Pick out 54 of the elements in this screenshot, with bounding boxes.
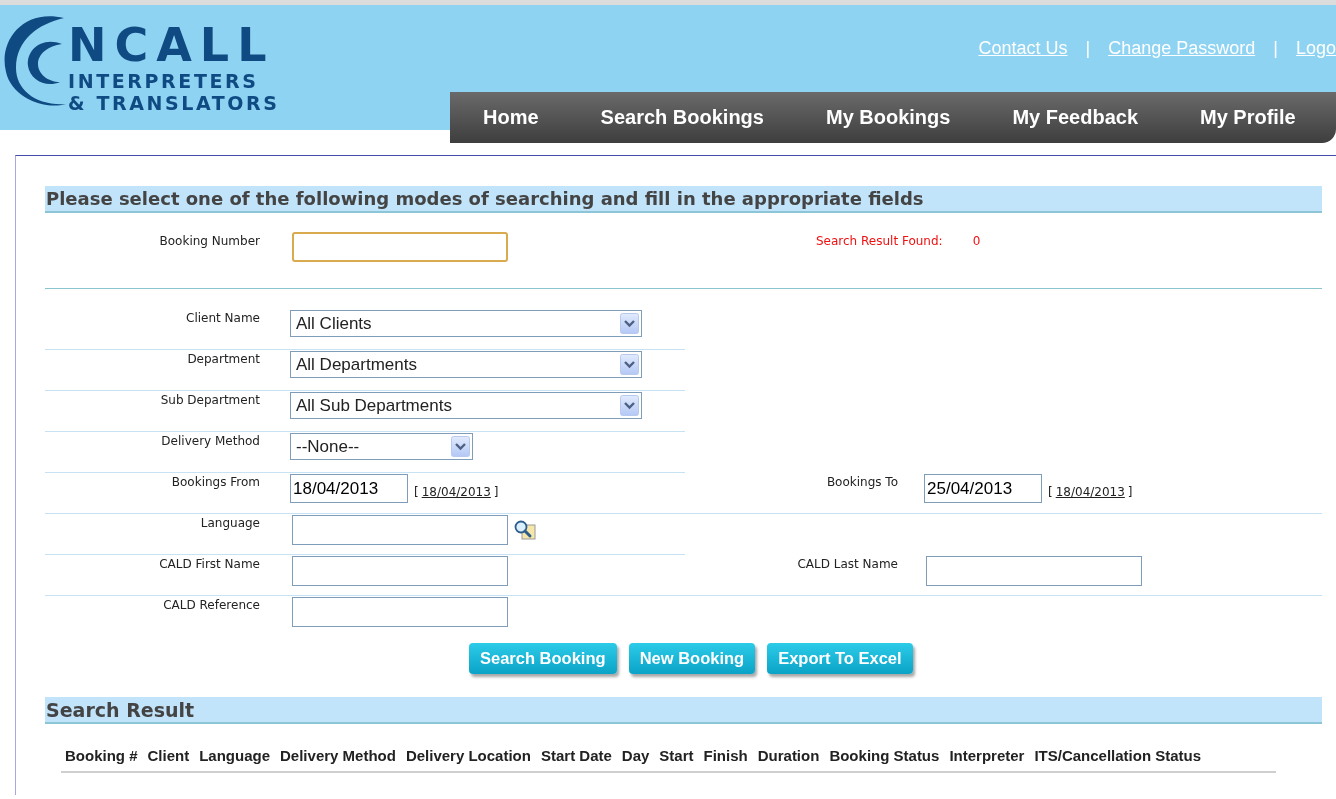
today-date-link[interactable]: 18/04/2013 <box>421 484 491 499</box>
date-field[interactable]: 25/04/2013 <box>924 474 1042 503</box>
logo-tagline: & TRANSLATORS <box>68 92 280 114</box>
today-date-link[interactable]: 18/04/2013 <box>1055 484 1125 499</box>
today-date-hint: [ 18/04/2013 ] <box>414 483 499 499</box>
column-header: Start Date <box>540 747 612 764</box>
section-heading: Search Result <box>45 697 1322 724</box>
column-header: Language <box>199 747 271 764</box>
result-count-label: Search Result Found: <box>816 234 943 250</box>
magnifier-icon[interactable] <box>514 520 536 540</box>
input-field[interactable] <box>292 556 508 586</box>
nav-item[interactable]: My Feedback <box>981 106 1170 129</box>
language-field[interactable] <box>292 515 508 545</box>
result-count-value: 0 <box>972 234 981 250</box>
field-label: Delivery Method <box>160 433 260 448</box>
nav-item[interactable]: Home <box>452 106 570 129</box>
column-header: Start <box>659 747 694 764</box>
nav-item[interactable]: My Profile <box>1169 106 1327 129</box>
column-header: Booking Status <box>829 747 940 764</box>
field-label: Department <box>186 351 260 366</box>
link-separator: | <box>1085 38 1091 59</box>
booking-number-field[interactable] <box>292 232 508 262</box>
dropdown-field[interactable]: All Departments <box>290 351 642 378</box>
field-label: Sub Department <box>159 392 260 407</box>
section-heading: Please select one of the following modes of searching and fill in the appropriate fields <box>45 186 1322 213</box>
field-label: Language <box>199 515 260 530</box>
logo-tagline: INTERPRETERS <box>68 70 260 92</box>
nav-item[interactable]: My Bookings <box>794 106 982 129</box>
date-field[interactable]: 18/04/2013 <box>290 474 408 503</box>
today-date-hint: [ 18/04/2013 ] <box>1048 483 1133 499</box>
column-header: Delivery Location <box>405 747 531 764</box>
column-header: Day <box>621 747 650 764</box>
column-header: Interpreter <box>949 747 1025 764</box>
link-separator: | <box>1273 38 1278 59</box>
field-label: Bookings To <box>825 474 898 489</box>
field-label: Booking Number <box>158 233 260 250</box>
column-header: ITS/Cancellation Status <box>1034 747 1202 764</box>
dropdown-field[interactable]: All Sub Departments <box>290 392 642 419</box>
logo-wordmark: NCALL <box>68 20 276 70</box>
field-label: Client Name <box>185 310 260 325</box>
dropdown-field[interactable]: All Clients <box>290 310 642 337</box>
column-header: Delivery Method <box>280 747 396 764</box>
column-header: Client <box>147 747 190 764</box>
field-label: CALD Last Name <box>796 556 898 571</box>
column-header: Finish <box>703 747 748 764</box>
dropdown-field[interactable]: --None-- <box>290 433 473 460</box>
nav-item[interactable]: Search Bookings <box>569 106 795 129</box>
field-label: Bookings From <box>170 474 260 489</box>
input-field[interactable] <box>292 597 508 627</box>
input-field[interactable] <box>926 556 1142 586</box>
column-header: Duration <box>757 747 820 764</box>
field-label: CALD First Name <box>158 556 260 571</box>
field-label: CALD Reference <box>162 597 260 612</box>
column-header: Booking # <box>65 747 138 764</box>
